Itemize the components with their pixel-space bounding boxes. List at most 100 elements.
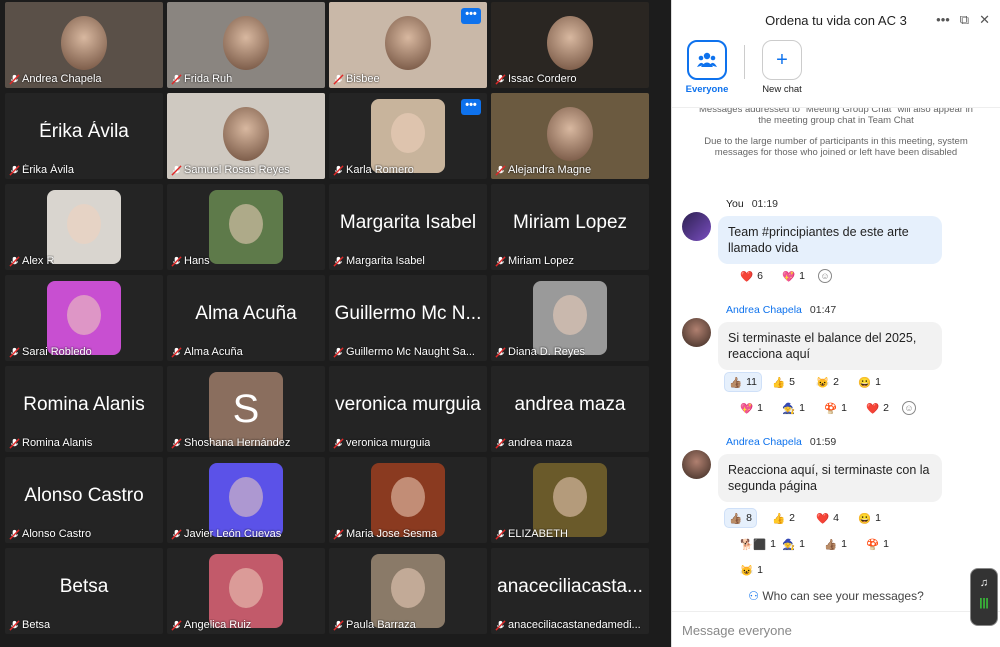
participant-tile[interactable]: Alex R (5, 184, 163, 270)
participant-tile[interactable]: Frida Ruh (167, 2, 325, 88)
reaction-chip[interactable]: 👍 2 (768, 508, 799, 528)
reaction-emoji: 😺 (816, 376, 830, 389)
avatar (371, 463, 445, 537)
system-note-disabled: Due to the large number of participants … (704, 136, 968, 158)
reaction-count: 1 (799, 270, 805, 282)
participant-name-label: ELIZABETH (495, 528, 568, 540)
reaction-chip[interactable]: 🐕‍⬛ 1 (736, 534, 780, 554)
participant-tile[interactable]: Paula Barraza (329, 548, 487, 634)
reaction-chip[interactable]: 👍🏽 1 (820, 534, 851, 554)
avatar-face (229, 204, 263, 244)
avatar (209, 463, 283, 537)
message-bubble: Reacciona aquí, si terminaste con la seg… (718, 454, 942, 502)
audio-level-icon: ||| (979, 597, 989, 609)
participant-tile[interactable]: veronica murguia veronica murguia (329, 366, 487, 452)
muted-mic-icon (9, 437, 20, 449)
add-reaction-icon[interactable]: ☺ (818, 269, 832, 283)
audio-level-widget[interactable]: ♫ ||| (970, 568, 998, 626)
participant-tile[interactable]: Miriam Lopez Miriam Lopez (491, 184, 649, 270)
message-list[interactable]: Messages addressed to "Meeting Group Cha… (672, 108, 1000, 587)
participant-display-name: Guillermo Mc N... (334, 303, 482, 324)
reaction-chip[interactable]: ❤️ 4 (812, 508, 843, 528)
participant-name: Shoshana Hernández (184, 437, 291, 449)
participant-tile[interactable]: Javier León Cuevas (167, 457, 325, 543)
participant-tile[interactable]: S Shoshana Hernández (167, 366, 325, 452)
participant-tile[interactable]: Karla Romero ••• (329, 93, 487, 179)
reaction-chip[interactable]: 😺 1 (736, 560, 767, 580)
participant-tile[interactable]: anaceciliacasta... anaceciliacastanedamed… (491, 548, 649, 634)
reaction-chip[interactable]: 💖 1 (736, 398, 767, 418)
reaction-chip[interactable]: 🧙 1 (778, 398, 809, 418)
popout-icon[interactable]: ⧉ (960, 12, 969, 28)
participant-tile[interactable]: Maria Jose Sesma (329, 457, 487, 543)
reaction-chip[interactable]: 🍄 1 (862, 534, 893, 554)
participant-tile[interactable]: Andrea Chapela (5, 2, 163, 88)
participant-tile[interactable]: Issac Cordero (491, 2, 649, 88)
reaction-count: 1 (841, 402, 847, 414)
avatar-face (553, 295, 587, 335)
muted-mic-icon (333, 619, 344, 631)
participant-tile[interactable]: ELIZABETH (491, 457, 649, 543)
muted-mic-icon (333, 255, 344, 267)
participant-tile[interactable]: Sarai Robledo (5, 275, 163, 361)
participant-tile[interactable]: Alejandra Magne (491, 93, 649, 179)
reaction-chip[interactable]: 😀 1 (854, 372, 885, 392)
tab-new-chat[interactable]: + New chat (759, 40, 805, 95)
participant-tile[interactable]: andrea maza andrea maza (491, 366, 649, 452)
tab-everyone[interactable]: Everyone (684, 40, 730, 95)
tile-more-options-icon[interactable]: ••• (461, 8, 481, 24)
participant-tile[interactable]: Samuel Rosas Reyes (167, 93, 325, 179)
reaction-count: 8 (746, 512, 752, 524)
reaction-chip[interactable]: 👍🏽 11 (724, 372, 762, 392)
participant-name-label: Romina Alanis (9, 437, 92, 449)
muted-mic-icon (333, 437, 344, 449)
reaction-emoji: 😀 (858, 512, 872, 525)
tile-more-options-icon[interactable]: ••• (461, 99, 481, 115)
add-reaction-icon[interactable]: ☺ (902, 401, 916, 415)
participant-name: Hans (184, 255, 210, 267)
reaction-chip[interactable]: 👍 5 (768, 372, 799, 392)
muted-mic-icon (495, 528, 506, 540)
participant-tile[interactable]: Guillermo Mc N... Guillermo Mc Naught Sa.… (329, 275, 487, 361)
participant-tile[interactable]: Margarita Isabel Margarita Isabel (329, 184, 487, 270)
reaction-emoji: 💖 (740, 402, 754, 415)
participant-name-label: Miriam Lopez (495, 255, 574, 267)
participant-name: Diana D. Reyes (508, 346, 586, 358)
participant-tile[interactable]: Hans (167, 184, 325, 270)
video-feed (547, 107, 593, 161)
participant-name-label: Maria Jose Sesma (333, 528, 437, 540)
who-can-see-link[interactable]: ⚇ Who can see your messages? (672, 589, 1000, 611)
reaction-chip[interactable]: ❤️ 6 (736, 266, 767, 286)
reaction-count: 2 (883, 402, 889, 414)
participant-tile[interactable]: Alonso Castro Alonso Castro (5, 457, 163, 543)
reaction-chip[interactable]: 😀 1 (854, 508, 885, 528)
participant-tile[interactable]: Romina Alanis Romina Alanis (5, 366, 163, 452)
reaction-chip[interactable]: 🧙 1 (778, 534, 809, 554)
message-2: Andrea Chapela 01:47 Si terminaste el bal… (682, 304, 990, 424)
reaction-chip[interactable]: 💖 1 (778, 266, 809, 286)
timestamp: 01:59 (809, 436, 837, 448)
reaction-count: 5 (789, 376, 795, 388)
participant-tile[interactable]: Diana D. Reyes (491, 275, 649, 361)
reaction-emoji: 👍 (772, 512, 786, 525)
reaction-chip[interactable]: ❤️ 2 (862, 398, 893, 418)
close-icon[interactable]: ✕ (979, 12, 990, 28)
participant-name: Margarita Isabel (346, 255, 425, 267)
muted-mic-icon (495, 255, 506, 267)
participant-tile[interactable]: Érika Ávila Érika Ávila (5, 93, 163, 179)
reaction-chip[interactable]: 🍄 1 (820, 398, 851, 418)
avatar (209, 190, 283, 264)
message-bubble: Si terminaste el balance del 2025, reacc… (718, 322, 942, 370)
participant-name: ELIZABETH (508, 528, 568, 540)
muted-mic-icon (9, 164, 20, 176)
participant-display-name: Betsa (59, 576, 109, 597)
reaction-chip[interactable]: 👍🏽 8 (724, 508, 757, 528)
more-options-icon[interactable]: ••• (936, 12, 950, 28)
message-input[interactable] (682, 623, 962, 638)
reaction-chip[interactable]: 😺 2 (812, 372, 843, 392)
participant-name-label: Samuel Rosas Reyes (171, 164, 290, 176)
participant-tile[interactable]: Alma Acuña Alma Acuña (167, 275, 325, 361)
participant-tile[interactable]: Betsa Betsa (5, 548, 163, 634)
participant-tile[interactable]: Angelica Ruiz (167, 548, 325, 634)
participant-tile[interactable]: Bisbee ••• (329, 2, 487, 88)
